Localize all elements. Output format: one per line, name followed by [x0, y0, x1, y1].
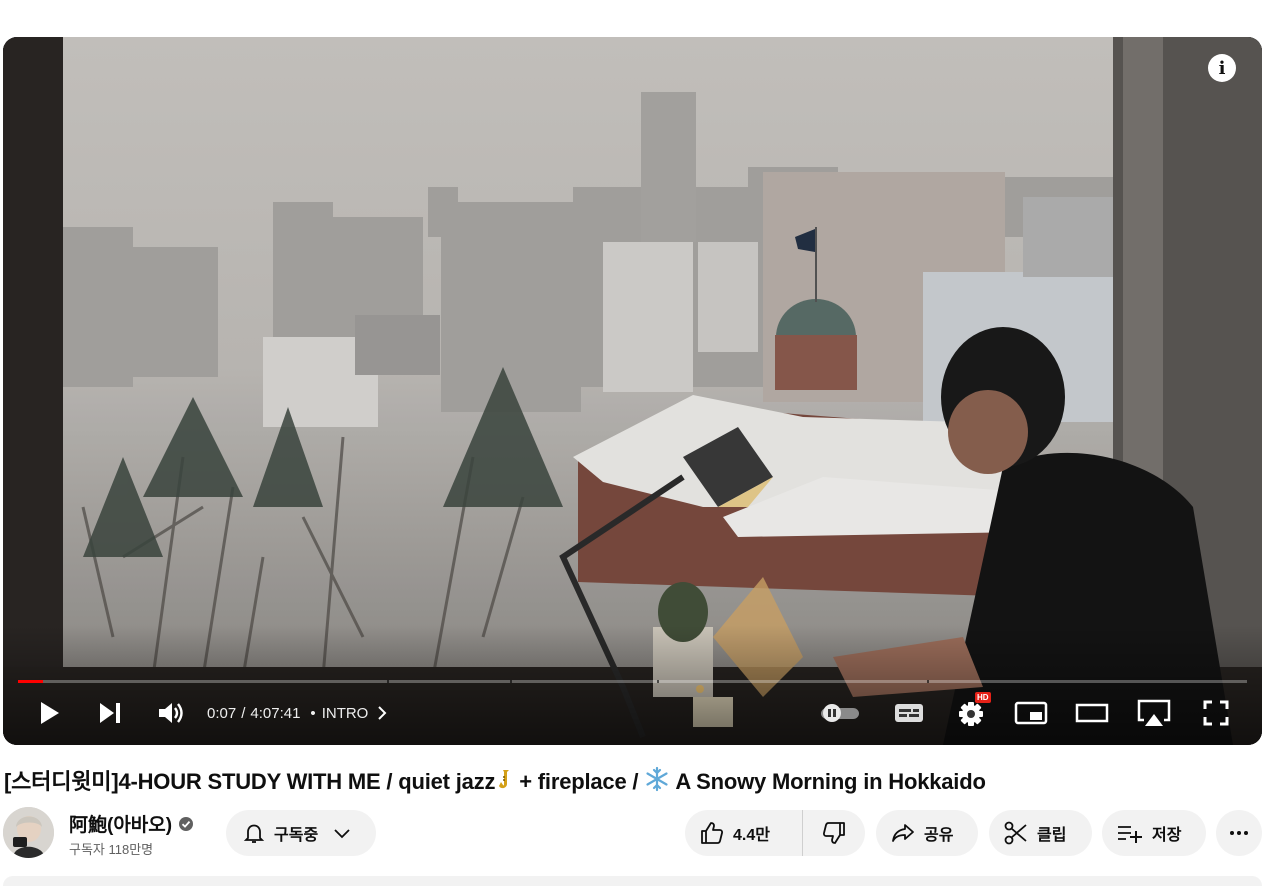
next-button[interactable]: [92, 695, 128, 731]
video-title: [스터디윗미]4-HOUR STUDY WITH ME / quiet jazz…: [4, 764, 986, 798]
title-text-3: A Snowy Morning in Hokkaido: [670, 769, 986, 794]
share-button[interactable]: 공유: [876, 810, 978, 856]
time-display: 0:07 / 4:07:41 • INTRO: [207, 695, 390, 731]
description-box[interactable]: [3, 876, 1262, 886]
chevron-right-icon: [378, 706, 387, 720]
fullscreen-icon: [1203, 700, 1229, 726]
more-horizontal-icon: [1230, 831, 1248, 835]
chapter-title: INTRO: [321, 704, 369, 722]
share-label: 공유: [924, 827, 954, 844]
channel-name-text: 阿鮑(아바오): [69, 815, 173, 836]
miniplayer-button[interactable]: [1011, 695, 1051, 731]
video-meta-row: 阿鮑(아바오) 구독자 118만명 구독중 4.4만 공유 클립 저장: [0, 806, 1280, 860]
progress-played: [18, 680, 43, 683]
subtitles-icon: [895, 704, 923, 722]
subscribe-button[interactable]: 구독중: [226, 810, 376, 856]
player-controls: 0:07 / 4:07:41 • INTRO HD: [3, 692, 1262, 731]
info-icon: i: [1218, 57, 1226, 79]
scissors-icon: [1004, 821, 1027, 845]
title-text-2: + fireplace /: [519, 769, 645, 794]
settings-button[interactable]: HD: [951, 692, 991, 731]
avatar-image: [3, 807, 54, 858]
theater-mode-icon: [1075, 703, 1109, 723]
fullscreen-button[interactable]: [1196, 695, 1236, 731]
verified-icon: [179, 816, 194, 831]
info-button[interactable]: i: [1208, 54, 1236, 82]
volume-icon: [159, 703, 183, 723]
chapter-dot: •: [310, 704, 316, 722]
like-dislike-group: 4.4만: [685, 810, 865, 856]
like-count: 4.4만: [733, 827, 770, 844]
snowflake-emoji-icon: [644, 766, 670, 798]
channel-name[interactable]: 阿鮑(아바오): [69, 810, 194, 837]
theater-mode-button[interactable]: [1072, 695, 1112, 731]
chapter-marker: [927, 680, 930, 683]
playlist-add-icon: [1118, 826, 1142, 843]
progress-bar[interactable]: [18, 680, 1247, 683]
save-button[interactable]: 저장: [1102, 810, 1206, 856]
duration: 4:07:41: [250, 704, 301, 722]
clip-label: 클립: [1037, 827, 1067, 844]
chapter-marker: [386, 680, 389, 683]
autoplay-toggle[interactable]: [817, 695, 863, 731]
share-icon: [892, 824, 914, 842]
cast-button[interactable]: [1134, 695, 1174, 731]
play-button[interactable]: [31, 695, 67, 731]
like-button[interactable]: 4.4만: [685, 810, 803, 856]
thumbs-down-icon: [822, 822, 845, 844]
airplay-icon: [1137, 699, 1171, 726]
hd-badge: HD: [975, 692, 991, 703]
video-player[interactable]: i 0:07 / 4:07:41 • INTRO HD: [3, 37, 1262, 745]
miniplayer-icon: [1014, 701, 1048, 725]
save-label: 저장: [1152, 827, 1182, 844]
play-icon: [41, 702, 59, 724]
chevron-down-icon: [334, 829, 350, 839]
volume-button[interactable]: [151, 695, 191, 731]
bell-icon: [243, 824, 265, 843]
dislike-button[interactable]: [803, 810, 865, 856]
clip-button[interactable]: 클립: [989, 810, 1092, 856]
chapter-button[interactable]: INTRO: [322, 705, 391, 722]
chapter-marker: [657, 680, 660, 683]
autoplay-toggle-icon: [821, 704, 859, 722]
title-text-1: [스터디윗미]4-HOUR STUDY WITH ME / quiet jazz: [4, 769, 496, 794]
next-icon: [100, 703, 120, 723]
saxophone-emoji-icon: [495, 768, 519, 798]
subscribe-label: 구독중: [274, 827, 319, 844]
subtitles-button[interactable]: [889, 695, 929, 731]
subscriber-count: 구독자 118만명: [69, 842, 154, 857]
current-time: 0:07: [207, 704, 237, 722]
chapter-marker: [509, 680, 512, 683]
channel-avatar[interactable]: [3, 807, 54, 858]
thumbs-up-icon: [701, 822, 724, 844]
more-actions-button[interactable]: [1216, 810, 1262, 856]
time-separator: /: [241, 704, 246, 722]
